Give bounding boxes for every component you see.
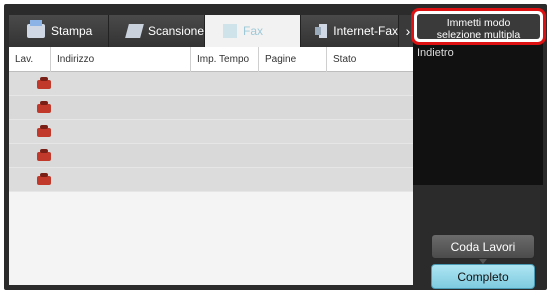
fax-job-icon [37,173,51,187]
back-menu-item[interactable]: Indietro [417,47,454,59]
multi-select-mode-button[interactable]: Immetti modo selezione multipla [411,8,546,45]
job-list [9,72,413,192]
action-menu-panel [413,41,543,185]
fax-icon [223,24,237,38]
fax-job-icon [37,149,51,163]
table-row[interactable] [9,96,413,120]
multi-select-line2: selezione multipla [436,29,521,41]
tab-fax[interactable]: Fax [205,15,301,47]
column-header-status: Stato [333,54,357,65]
table-row[interactable] [9,144,413,168]
tab-label: Scansione [147,24,204,38]
column-header-pages: Pagine [259,47,327,72]
multi-select-line1: Immetti modo [446,17,511,29]
column-header-job: Lav. [9,47,51,72]
multi-select-mode-label: Immetti modo selezione multipla [417,14,540,41]
table-row[interactable] [9,120,413,144]
tab-bar: Stampa Scansione Fax Internet-Fax › [9,15,419,47]
tab-label: Fax [243,24,264,38]
column-header-address: Indirizzo [51,47,191,72]
completed-button[interactable]: Completo [431,264,535,289]
tab-scansione[interactable]: Scansione [109,15,205,47]
fax-job-icon [37,125,51,139]
scanner-icon [125,24,144,38]
fax-job-icon [37,77,51,91]
printer-icon [27,20,45,38]
column-header-time: Imp. Tempo [191,47,259,72]
table-header: Lav. Indirizzo Imp. Tempo Pagine Stato [9,47,413,72]
job-status-panel: Lav. Indirizzo Imp. Tempo Pagine Stato [9,47,413,285]
tab-label: Internet-Fax [333,24,398,38]
tab-stampa[interactable]: Stampa [9,15,109,47]
table-row[interactable] [9,168,413,192]
tab-label: Stampa [51,24,93,38]
job-queue-button[interactable]: Coda Lavori [431,234,535,259]
internet-fax-icon [314,24,328,38]
table-row[interactable] [9,72,413,96]
tab-internet-fax[interactable]: Internet-Fax [301,15,399,47]
fax-job-icon [37,101,51,115]
